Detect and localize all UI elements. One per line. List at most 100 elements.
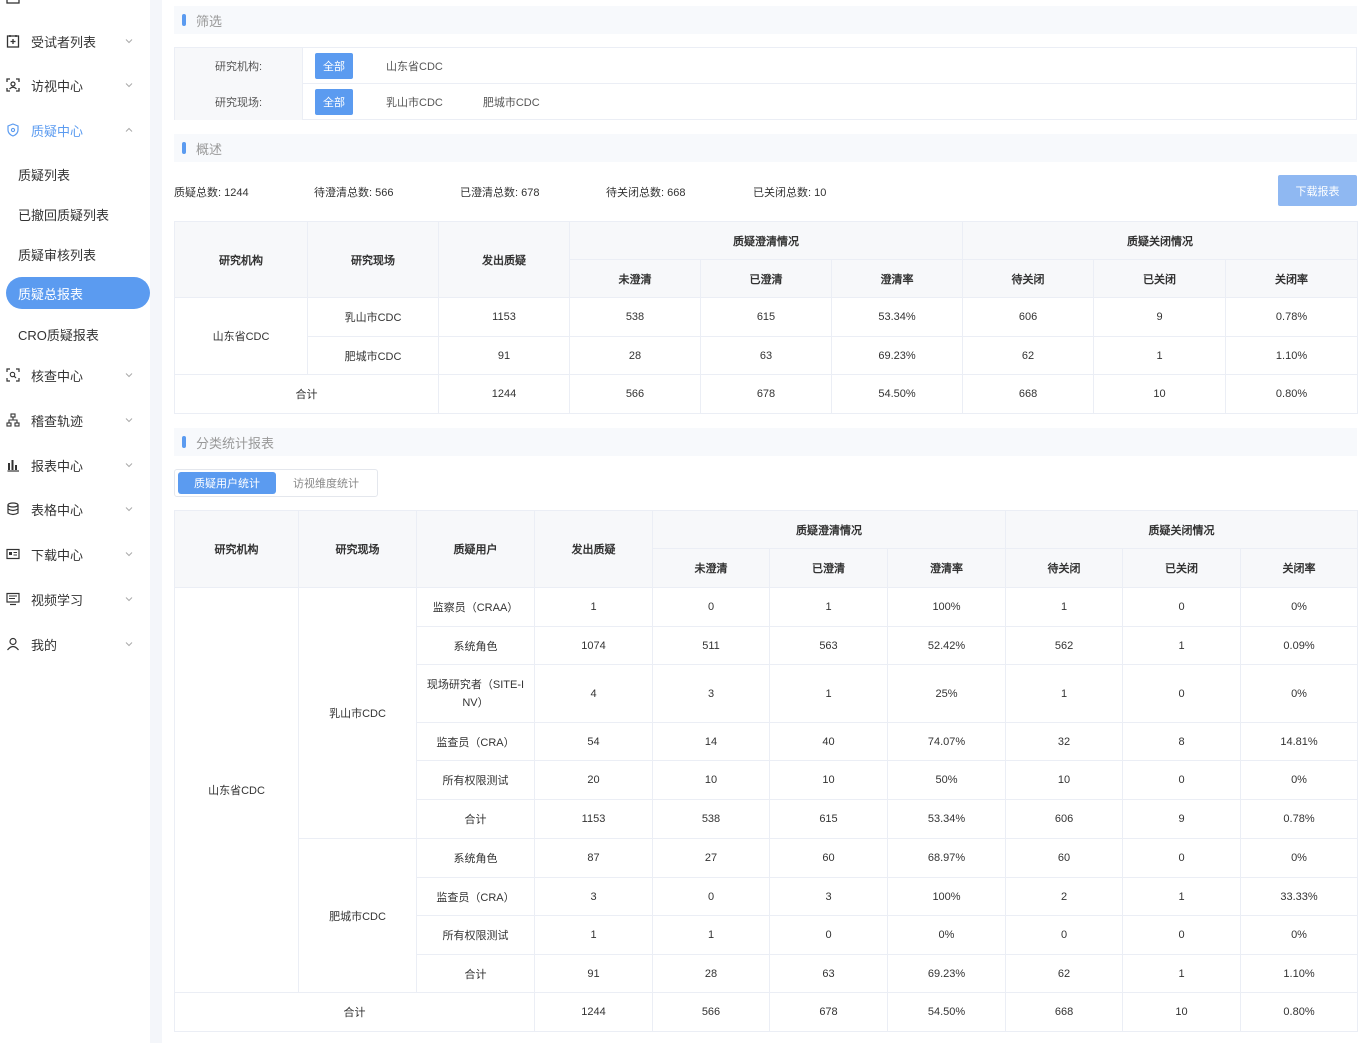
cell: 系统角色 bbox=[416, 838, 535, 878]
sidebar-item-label: 核查中心 bbox=[31, 368, 84, 384]
sidebar-item-label: 下载中心 bbox=[31, 547, 84, 563]
filter-section-header: 筛选 bbox=[174, 6, 1357, 34]
cell: 1 bbox=[769, 587, 888, 627]
sidebar-subitem-query-review[interactable]: 质疑审核列表 bbox=[18, 239, 96, 269]
cell: 0% bbox=[886, 915, 1007, 955]
cell: 40 bbox=[769, 722, 888, 761]
header-issued: 发出质疑 bbox=[534, 510, 653, 588]
cell: 668 bbox=[962, 374, 1095, 414]
cell: 0 bbox=[1005, 915, 1124, 955]
sidebar-item-download-center[interactable]: 下载中心 bbox=[0, 539, 150, 569]
cell: 合计 bbox=[416, 799, 535, 839]
cell: 0 bbox=[1122, 760, 1242, 800]
section-marker bbox=[182, 142, 186, 154]
sidebar-subitem-query-report[interactable]: 质疑总报表 bbox=[6, 277, 150, 309]
sidebar-item-verification[interactable]: 核查中心 bbox=[0, 360, 150, 390]
cell: 69.23% bbox=[886, 954, 1007, 993]
cell: 1 bbox=[1122, 954, 1242, 993]
sidebar-item-workbench-clipped[interactable] bbox=[0, 0, 150, 12]
chevron-down-icon bbox=[124, 460, 134, 470]
category-table: 研究机构 研究现场 质疑用户 发出质疑 质疑澄清情况 质疑关闭情况 未澄清 已澄… bbox=[174, 510, 1359, 1032]
sidebar-item-label: 访视中心 bbox=[31, 78, 84, 94]
filter-option[interactable]: 山东省CDC bbox=[386, 58, 443, 74]
cell: 1 bbox=[1122, 877, 1242, 916]
filter-option[interactable]: 肥城市CDC bbox=[483, 94, 540, 110]
cell: 606 bbox=[1005, 799, 1124, 839]
cell: 1 bbox=[534, 915, 653, 955]
download-report-button[interactable]: 下载报表 bbox=[1278, 175, 1357, 206]
id-card-icon bbox=[6, 547, 20, 561]
sidebar-item-form-center[interactable]: 表格中心 bbox=[0, 494, 150, 524]
shield-icon bbox=[6, 123, 20, 137]
sidebar-subitem-withdrawn-queries[interactable]: 已撤回质疑列表 bbox=[18, 199, 109, 229]
tab-query-user-stats[interactable]: 质疑用户统计 bbox=[178, 472, 276, 494]
sidebar-item-mine[interactable]: 我的 bbox=[0, 629, 150, 659]
table-total-row: 合计 1244 566 678 54.50% 668 10 0.80% bbox=[174, 992, 1359, 1032]
user-icon bbox=[6, 637, 20, 651]
header-closed: 已关闭 bbox=[1122, 548, 1242, 588]
cell: 1 bbox=[1005, 664, 1124, 723]
header-unclarified: 未澄清 bbox=[569, 259, 701, 298]
header-unclarified: 未澄清 bbox=[652, 548, 770, 588]
cell: 0% bbox=[1240, 915, 1359, 955]
filter-all-button[interactable]: 全部 bbox=[315, 89, 353, 115]
sidebar-subitem-cro-report[interactable]: CRO质疑报表 bbox=[18, 319, 99, 349]
cell: 1 bbox=[1093, 336, 1227, 375]
cell: 91 bbox=[438, 336, 570, 375]
header-close-rate: 关闭率 bbox=[1240, 548, 1359, 588]
filter-option[interactable]: 乳山市CDC bbox=[386, 94, 443, 110]
section-marker bbox=[182, 14, 186, 26]
cell: 0 bbox=[652, 877, 770, 916]
cell: 0.78% bbox=[1225, 297, 1359, 337]
cell: 28 bbox=[569, 336, 701, 375]
header-org: 研究机构 bbox=[174, 510, 299, 588]
header-clarified: 已澄清 bbox=[769, 548, 888, 588]
header-user: 质疑用户 bbox=[416, 510, 535, 588]
sidebar-item-label: 受试者列表 bbox=[31, 34, 97, 50]
cell: 2 bbox=[1005, 877, 1124, 916]
cell: 53.34% bbox=[886, 799, 1007, 839]
cell: 9 bbox=[1093, 297, 1227, 337]
cell: 1.10% bbox=[1225, 336, 1359, 375]
header-close-group: 质疑关闭情况 bbox=[1005, 510, 1359, 549]
table-row: 山东省CDC 乳山市CDC 监察员（CRAA） 1 0 1 100% 1 0 0… bbox=[174, 587, 1359, 993]
header-site: 研究现场 bbox=[298, 510, 417, 588]
chevron-down-icon bbox=[124, 36, 134, 46]
cell: 32 bbox=[1005, 722, 1124, 761]
cell: 0.80% bbox=[1240, 992, 1359, 1032]
cell: 监查员（CRA） bbox=[416, 722, 535, 761]
cell: 63 bbox=[700, 336, 832, 375]
cell: 606 bbox=[962, 297, 1095, 337]
sidebar-item-report-center[interactable]: 报表中心 bbox=[0, 450, 150, 480]
sidebar-item-query-center[interactable]: 质疑中心 bbox=[0, 115, 150, 145]
cell: 0 bbox=[1122, 838, 1242, 878]
cell: 所有权限测试 bbox=[416, 760, 535, 800]
sidebar-item-label: 视频学习 bbox=[31, 592, 84, 608]
tab-visit-dimension-stats[interactable]: 访视维度统计 bbox=[276, 472, 376, 494]
filter-panel: 研究机构: 全部 山东省CDC 研究现场: 全部 乳山市CDC 肥城市CDC bbox=[174, 47, 1357, 120]
cell: 63 bbox=[769, 954, 888, 993]
header-clarify-rate: 澄清率 bbox=[830, 259, 964, 298]
filter-all-button[interactable]: 全部 bbox=[315, 52, 353, 79]
header-close-rate: 关闭率 bbox=[1225, 259, 1359, 298]
cell: 54.50% bbox=[830, 374, 964, 414]
cell: 62 bbox=[1005, 954, 1124, 993]
section-title: 分类统计报表 bbox=[196, 435, 275, 451]
cell: 1 bbox=[1122, 626, 1242, 665]
sidebar-item-visits[interactable]: 访视中心 bbox=[0, 70, 150, 100]
cell: 系统角色 bbox=[416, 626, 535, 665]
sidebar-item-audit-trail[interactable]: 稽查轨迹 bbox=[0, 405, 150, 435]
sidebar-item-video-learning[interactable]: 视频学习 bbox=[0, 584, 150, 614]
overview-section-header: 概述 bbox=[174, 134, 1357, 162]
cell: 538 bbox=[569, 297, 701, 337]
cell: 69.23% bbox=[830, 336, 964, 375]
cell: 562 bbox=[1005, 626, 1124, 665]
sidebar-subitem-query-list[interactable]: 质疑列表 bbox=[18, 159, 70, 189]
cell-org: 山东省CDC bbox=[174, 297, 308, 375]
stat-closed: 已关闭总数: 10 bbox=[753, 187, 827, 199]
cell: 563 bbox=[769, 626, 888, 665]
filter-label: 研究机构: bbox=[175, 47, 303, 84]
sidebar-item-subjects[interactable]: 受试者列表 bbox=[0, 26, 150, 56]
cell: 1074 bbox=[534, 626, 653, 665]
cell: 3 bbox=[534, 877, 653, 916]
